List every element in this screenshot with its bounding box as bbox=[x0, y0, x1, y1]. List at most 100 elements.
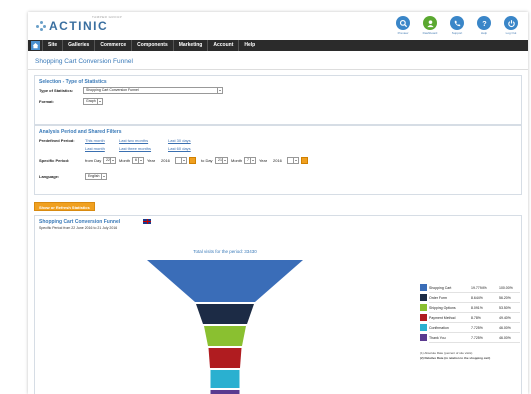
legend-absolute-rate: 7.725% bbox=[471, 335, 483, 340]
help-label: Help bbox=[480, 31, 488, 35]
type-select[interactable]: Shopping Cart Conversion Funnel bbox=[83, 87, 223, 94]
legend-row: Confirmation 7.725% 46.00% bbox=[420, 323, 520, 333]
preview-button[interactable]: Preview bbox=[394, 16, 412, 35]
legend-absolute-rate: 8.091% bbox=[471, 305, 483, 310]
legend-swatch bbox=[420, 324, 427, 331]
power-icon bbox=[504, 16, 518, 30]
logo-subtitle: TAMPER GROUP bbox=[92, 15, 123, 19]
legend-row: Shopping Cart 19.7794% 100.00% bbox=[420, 283, 520, 293]
app-window: ACTINIC TAMPER GROUP Preview Dashboard S… bbox=[28, 12, 528, 394]
funnel-legend: Shopping Cart 19.7794% 100.00% Order Form 8.… bbox=[420, 283, 520, 343]
link-last-30-days[interactable]: Last 30 days bbox=[168, 138, 191, 143]
home-icon[interactable] bbox=[31, 41, 40, 50]
from-month-select[interactable]: 6 bbox=[132, 157, 144, 164]
from-day-label: from Day bbox=[85, 158, 102, 163]
nav-galleries[interactable]: Galleries bbox=[62, 40, 94, 51]
chevron-down-icon bbox=[181, 158, 186, 163]
legend-stage-name: Shopping Cart bbox=[429, 285, 452, 290]
funnel-panel: Shopping Cart Conversion Funnel Specific… bbox=[34, 215, 522, 394]
page-title-bar: Shopping Cart Conversion Funnel bbox=[28, 58, 528, 68]
to-date-picker[interactable] bbox=[287, 157, 299, 164]
top-icons: Preview Dashboard Support ? Help Log Out bbox=[394, 16, 520, 35]
actinic-logo[interactable]: ACTINIC bbox=[36, 19, 108, 33]
selection-title: Selection - Type of Statistics bbox=[39, 79, 107, 85]
to-year-value: 2016 bbox=[273, 158, 282, 163]
funnel-segment-shopping-cart bbox=[147, 260, 303, 302]
help-button[interactable]: ? Help bbox=[475, 16, 493, 35]
divider bbox=[28, 69, 528, 70]
nav-marketing[interactable]: Marketing bbox=[172, 40, 208, 51]
main-nav: Site Galleries Commerce Components Marke… bbox=[28, 40, 528, 51]
dashboard-label: Dashboard bbox=[422, 31, 438, 35]
legend-relative-rate: 56.20% bbox=[499, 295, 511, 300]
nav-commerce[interactable]: Commerce bbox=[94, 40, 131, 51]
from-day-select[interactable]: 22 bbox=[103, 157, 116, 164]
legend-stage-name: Confirmation bbox=[429, 325, 449, 330]
specific-label: Specific Period: bbox=[39, 158, 70, 163]
link-last-month[interactable]: Last month bbox=[85, 146, 105, 151]
preview-label: Preview bbox=[397, 31, 409, 35]
note-relative-text: Relative Rate (in relation to the shoppi… bbox=[424, 356, 491, 360]
legend-swatch bbox=[420, 334, 427, 341]
support-button[interactable]: Support bbox=[448, 16, 466, 35]
calendar-icon[interactable] bbox=[301, 157, 308, 164]
legend-relative-rate: 53.50% bbox=[499, 305, 511, 310]
dashboard-button[interactable]: Dashboard bbox=[421, 16, 439, 35]
legend-stage-name: Payment Method bbox=[429, 315, 456, 320]
calendar-icon[interactable] bbox=[189, 157, 196, 164]
link-last-two-months[interactable]: Last two months bbox=[119, 138, 148, 143]
logo-text: ACTINIC bbox=[49, 19, 109, 33]
link-this-month[interactable]: This month bbox=[85, 138, 105, 143]
selection-panel: Selection - Type of Statistics Type of S… bbox=[34, 75, 522, 125]
logout-button[interactable]: Log Out bbox=[502, 16, 520, 35]
to-day-label: to Day bbox=[201, 158, 213, 163]
legend-absolute-rate: 7.725% bbox=[471, 325, 483, 330]
note-relative-rate: (2) Relative Rate (in relation to the sh… bbox=[420, 356, 490, 360]
link-last-60-days[interactable]: Last 60 days bbox=[168, 146, 191, 151]
to-day-select[interactable]: 21 bbox=[215, 157, 228, 164]
logout-label: Log Out bbox=[505, 31, 517, 35]
legend-stage-name: Shipping Options bbox=[429, 305, 456, 310]
from-month-label: Month bbox=[119, 158, 131, 163]
format-label: Format: bbox=[39, 99, 54, 104]
nav-site[interactable]: Site bbox=[42, 40, 62, 51]
legend-absolute-rate: 19.7794% bbox=[471, 285, 487, 290]
legend-swatch bbox=[420, 284, 427, 291]
legend-swatch bbox=[420, 314, 427, 321]
support-label: Support bbox=[451, 31, 463, 35]
format-select[interactable]: Graph bbox=[83, 98, 103, 105]
note-absolute-text: Absolute Rate (percent of site visits) bbox=[424, 351, 473, 355]
format-select-value: Graph bbox=[86, 99, 96, 103]
chevron-down-icon bbox=[250, 158, 255, 163]
legend-swatch bbox=[420, 304, 427, 311]
funnel-segment-shipping-options bbox=[204, 326, 246, 346]
legend-row: Payment Method 8.78% 49.40% bbox=[420, 313, 520, 323]
nav-account[interactable]: Account bbox=[207, 40, 238, 51]
note-absolute-rate: (1) Absolute Rate (percent of site visit… bbox=[420, 351, 472, 355]
nav-components[interactable]: Components bbox=[131, 40, 173, 51]
language-select[interactable]: English bbox=[85, 173, 107, 180]
type-label: Type of Statistics: bbox=[39, 88, 74, 93]
legend-relative-rate: 100.00% bbox=[499, 285, 513, 290]
chevron-down-icon bbox=[101, 174, 106, 179]
nav-help[interactable]: Help bbox=[238, 40, 260, 51]
from-date-picker[interactable] bbox=[175, 157, 187, 164]
predefined-label: Predefined Period: bbox=[39, 138, 75, 143]
funnel-segment-thank-you bbox=[210, 390, 240, 394]
from-year-value: 2016 bbox=[161, 158, 170, 163]
link-last-three-months[interactable]: Last three months bbox=[119, 146, 151, 151]
funnel-segment-order-form bbox=[196, 304, 254, 324]
legend-relative-rate: 46.00% bbox=[499, 335, 511, 340]
legend-absolute-rate: 8.644% bbox=[471, 295, 483, 300]
legend-row: Thank You 7.725% 46.00% bbox=[420, 333, 520, 343]
legend-relative-rate: 46.00% bbox=[499, 325, 511, 330]
to-year-label: Year bbox=[259, 158, 268, 163]
to-month-select[interactable]: 7 bbox=[244, 157, 256, 164]
page-title: Shopping Cart Conversion Funnel bbox=[35, 58, 133, 65]
language-value: English bbox=[88, 174, 100, 178]
refresh-statistics-button[interactable]: Show or Refresh Statistics bbox=[34, 202, 95, 211]
period-panel: Analysis Period and Shared Filters Prede… bbox=[34, 125, 522, 195]
chevron-down-icon bbox=[293, 158, 298, 163]
help-icon: ? bbox=[477, 16, 491, 30]
top-bar: ACTINIC TAMPER GROUP Preview Dashboard S… bbox=[28, 12, 528, 40]
